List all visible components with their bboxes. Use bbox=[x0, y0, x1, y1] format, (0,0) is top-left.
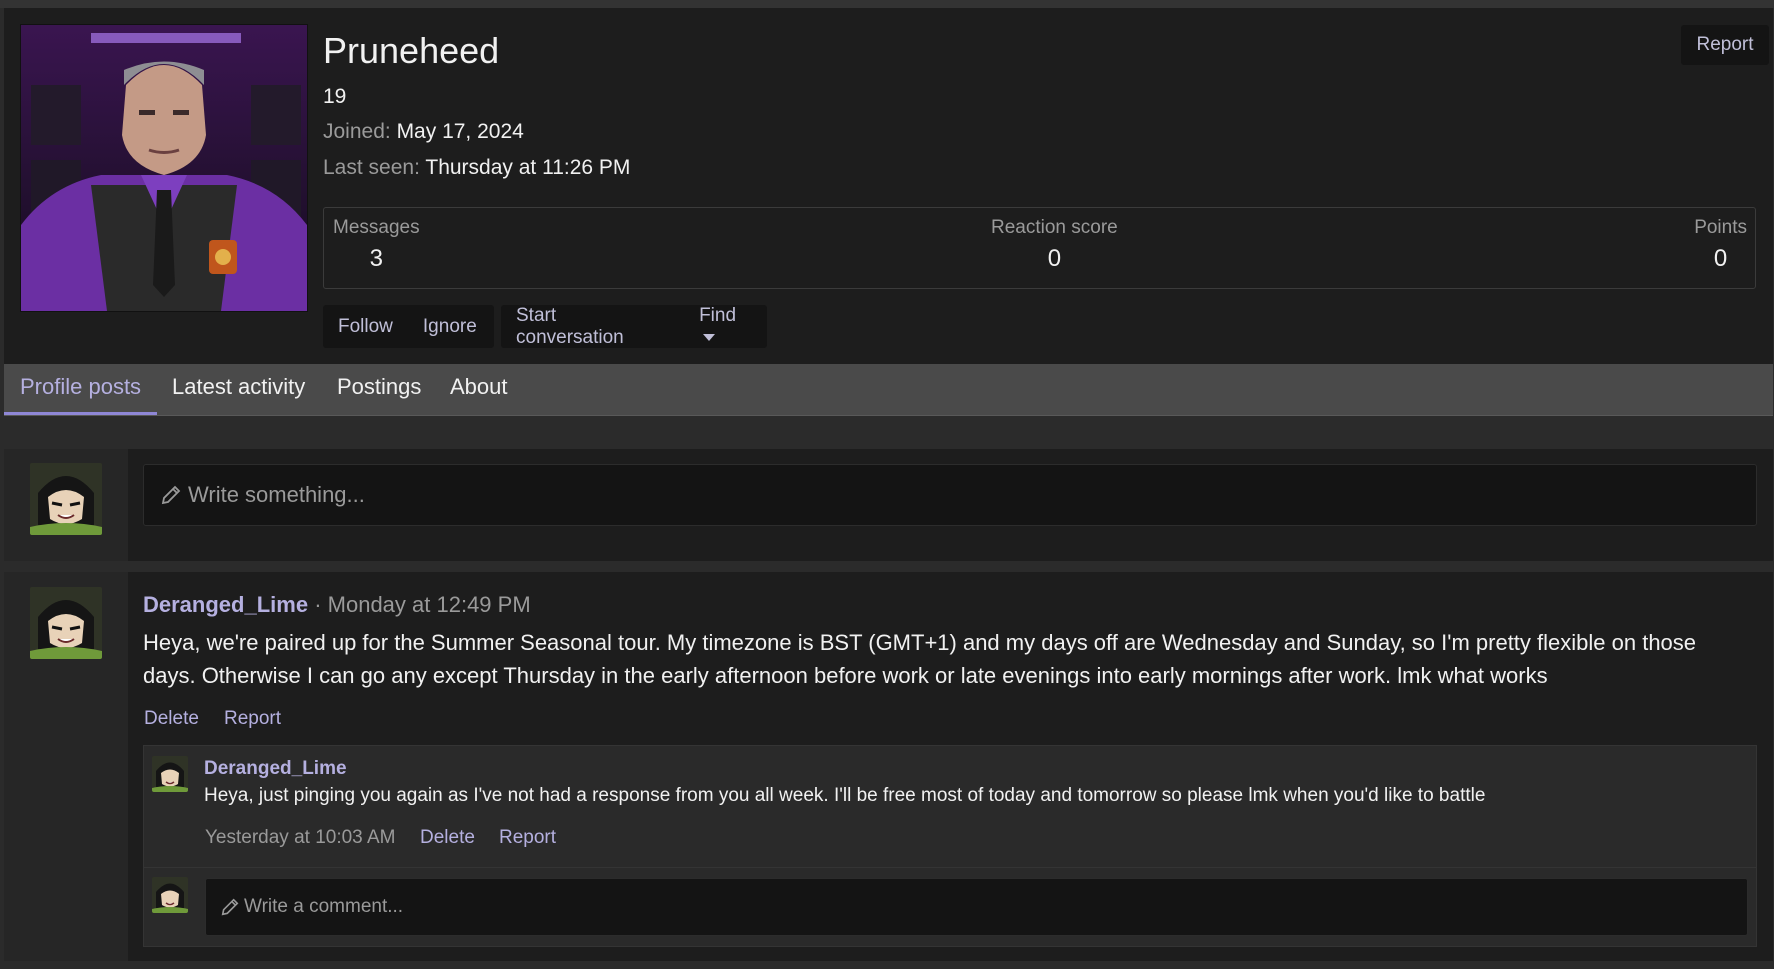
post-delete-link[interactable]: Delete bbox=[144, 708, 199, 730]
report-profile-button[interactable]: Report bbox=[1681, 25, 1769, 65]
post-author-avatar[interactable] bbox=[30, 587, 102, 659]
last-seen-line: Last seen: Thursday at 11:26 PM bbox=[323, 156, 630, 180]
comment-report-link[interactable]: Report bbox=[499, 827, 556, 849]
post-separator: · bbox=[314, 592, 322, 617]
conversation-find-group: Start conversation Find bbox=[501, 305, 767, 348]
comment-report-label: Report bbox=[499, 827, 557, 848]
stat-messages[interactable]: Messages 3 bbox=[333, 217, 420, 273]
last-seen-label: Last seen: bbox=[323, 156, 420, 179]
stat-reaction-value: 0 bbox=[1047, 245, 1062, 272]
stat-points: Points 0 bbox=[1694, 217, 1747, 273]
post-body: Heya, we're paired up for the Summer Sea… bbox=[143, 630, 1697, 688]
follow-ignore-group: Follow Ignore bbox=[323, 305, 494, 348]
comment-author-link[interactable]: Deranged_Lime bbox=[204, 758, 347, 780]
profile-username: Pruneheed bbox=[323, 30, 500, 71]
stat-points-value: 0 bbox=[1713, 245, 1728, 272]
profile-tabs: Profile posts Latest activity Postings A… bbox=[4, 364, 1773, 416]
write-something-input[interactable]: Write something... bbox=[143, 464, 1757, 526]
comment-delete-label: Delete bbox=[420, 827, 475, 848]
post-date[interactable]: Monday at 12:49 PM bbox=[328, 592, 531, 617]
pencil-icon bbox=[161, 485, 181, 505]
stat-points-label: Points bbox=[1694, 217, 1747, 238]
find-dropdown[interactable]: Find bbox=[684, 305, 767, 349]
comment-author-avatar[interactable] bbox=[152, 756, 188, 792]
post-header: Deranged_Lime · Monday at 12:49 PM bbox=[143, 592, 531, 618]
tab-postings[interactable]: Postings bbox=[337, 374, 421, 400]
find-label: Find bbox=[699, 304, 737, 326]
pencil-icon bbox=[221, 898, 239, 916]
stat-reaction-score: Reaction score 0 bbox=[991, 217, 1118, 273]
ignore-button[interactable]: Ignore bbox=[408, 316, 492, 338]
tab-about[interactable]: About bbox=[450, 374, 508, 400]
joined-value: May 17, 2024 bbox=[396, 120, 524, 143]
tab-latest-activity[interactable]: Latest activity bbox=[172, 374, 305, 400]
comment-date[interactable]: Yesterday at 10:03 AM bbox=[205, 827, 395, 849]
profile-age: 19 bbox=[323, 85, 347, 108]
tab-profile-posts[interactable]: Profile posts bbox=[20, 374, 141, 400]
joined-label: Joined: bbox=[323, 120, 391, 143]
post-author-link[interactable]: Deranged_Lime bbox=[143, 592, 308, 617]
stat-messages-label: Messages bbox=[333, 217, 420, 238]
stat-reaction-label: Reaction score bbox=[991, 217, 1118, 238]
post-report-link[interactable]: Report bbox=[224, 708, 281, 730]
start-conversation-button[interactable]: Start conversation bbox=[501, 305, 684, 349]
follow-button[interactable]: Follow bbox=[323, 316, 408, 338]
comment-delete-link[interactable]: Delete bbox=[420, 827, 475, 849]
last-seen-value: Thursday at 11:26 PM bbox=[425, 156, 631, 179]
profile-avatar[interactable] bbox=[20, 24, 308, 312]
profile-header: Pruneheed 19 Joined: May 17, 2024 Last s… bbox=[4, 8, 1773, 364]
comment-date-text: Yesterday at 10:03 AM bbox=[205, 827, 396, 848]
stat-messages-value: 3 bbox=[369, 245, 383, 272]
active-tab-indicator bbox=[4, 412, 157, 415]
top-strip bbox=[0, 0, 1774, 8]
current-user-avatar[interactable] bbox=[30, 463, 102, 535]
profile-stats: Messages 3 Reaction score 0 Points 0 bbox=[323, 207, 1756, 289]
write-something-placeholder: Write something... bbox=[188, 482, 365, 507]
caret-down-icon bbox=[703, 333, 716, 341]
write-comment-input[interactable]: Write a comment... bbox=[205, 878, 1748, 936]
reply-user-avatar[interactable] bbox=[152, 877, 188, 913]
write-comment-placeholder: Write a comment... bbox=[244, 896, 404, 917]
joined-line: Joined: May 17, 2024 bbox=[323, 120, 524, 144]
comment-text: Heya, just pinging you again as I've not… bbox=[204, 785, 1486, 806]
